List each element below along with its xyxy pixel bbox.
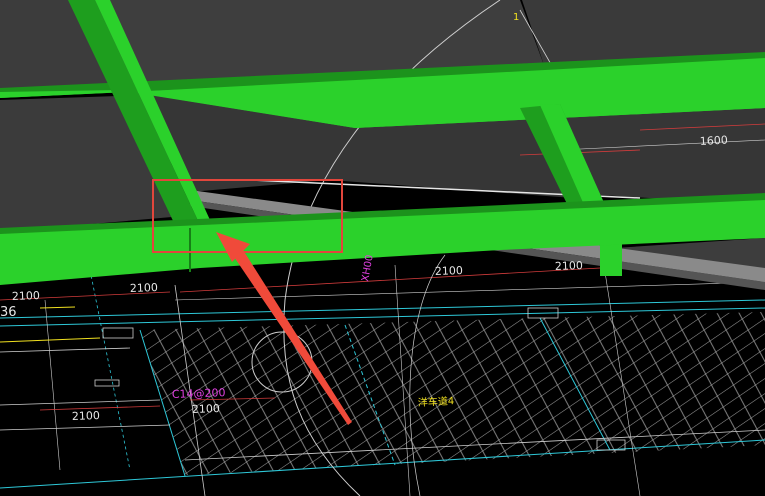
cad-3d-viewport[interactable]: 2100 2100 2100 2100 2100 2100 1600 36 C1… xyxy=(0,0,765,496)
column-box-4 xyxy=(94,379,120,387)
white-line-2 xyxy=(0,399,161,406)
dim-label-7: 1600 xyxy=(699,134,728,148)
dim-label-2: 2100 xyxy=(130,281,158,295)
dim-label-6: 2100 xyxy=(192,402,220,416)
red-dim-line-2 xyxy=(179,267,601,293)
hatched-area xyxy=(140,312,765,475)
red-dim-line-3 xyxy=(39,405,161,411)
cyan-vertical-4 xyxy=(89,269,131,471)
dim-label-3: 2100 xyxy=(435,264,463,278)
white-line-1 xyxy=(0,347,131,353)
dim-label-1: 2100 xyxy=(12,289,40,303)
dim-label-5: 2100 xyxy=(72,409,100,423)
axis-mark: 36 xyxy=(0,305,17,320)
yellow-marker-2 xyxy=(39,306,76,309)
top-mark: 1 xyxy=(513,12,519,23)
dim-label-4: 2100 xyxy=(555,259,583,273)
rebar-label: C14@200 xyxy=(172,386,226,401)
column-right-lower xyxy=(600,244,622,276)
white-line-3 xyxy=(0,424,171,431)
model-scene[interactable]: 2100 2100 2100 2100 2100 2100 1600 36 C1… xyxy=(0,0,765,496)
white-line-6 xyxy=(44,299,61,471)
yellow-marker-1 xyxy=(0,337,101,343)
column-box-1 xyxy=(102,327,134,339)
